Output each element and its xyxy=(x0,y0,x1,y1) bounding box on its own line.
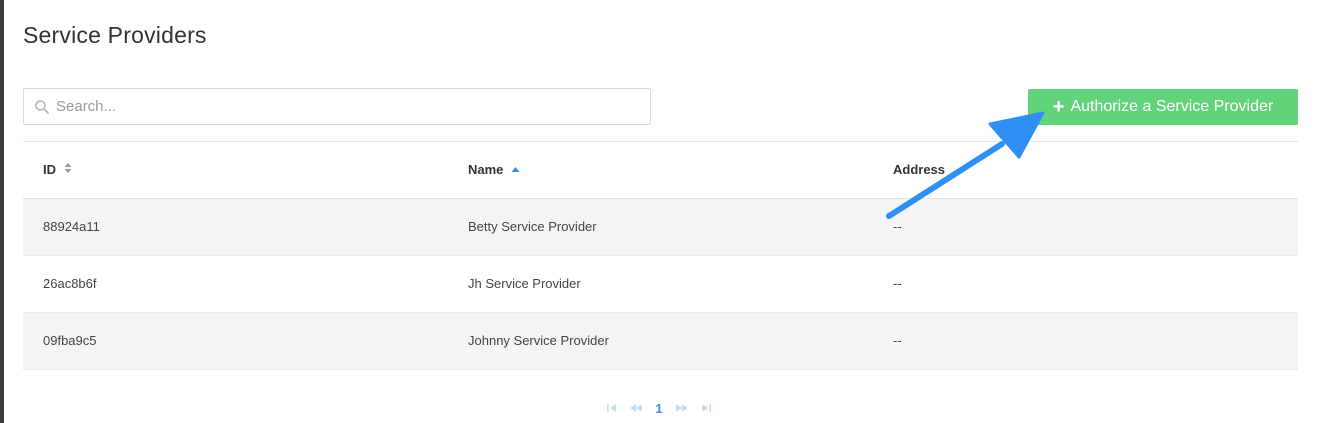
cell-id: 26ac8b6f xyxy=(43,276,97,291)
search-icon xyxy=(34,99,50,115)
service-providers-table: ID Name Address 88924a11 Betty Service P… xyxy=(23,141,1298,370)
next-page-icon[interactable] xyxy=(673,399,691,417)
column-header-label: Address xyxy=(893,162,946,177)
column-header-id[interactable]: ID xyxy=(43,162,72,177)
cell-address: -- xyxy=(893,219,902,234)
cell-name: Jh Service Provider xyxy=(468,276,581,291)
column-header-address: Address xyxy=(893,162,945,177)
previous-page-icon[interactable] xyxy=(627,399,645,417)
current-page-number[interactable]: 1 xyxy=(655,401,662,416)
cell-address: -- xyxy=(893,276,902,291)
cell-name: Betty Service Provider xyxy=(468,219,597,234)
table-row[interactable]: 88924a11 Betty Service Provider -- xyxy=(23,199,1298,256)
pagination: 1 xyxy=(0,398,1318,418)
table-row[interactable]: 26ac8b6f Jh Service Provider -- xyxy=(23,256,1298,313)
plus-icon: + xyxy=(1052,96,1065,118)
column-header-label: Name xyxy=(468,162,504,177)
table-header: ID Name Address xyxy=(23,142,1298,199)
cell-id: 09fba9c5 xyxy=(43,333,97,348)
sort-both-icon xyxy=(64,162,72,177)
search-box[interactable] xyxy=(23,88,651,125)
authorize-button-label: Authorize a Service Provider xyxy=(1070,98,1274,115)
first-page-icon[interactable] xyxy=(603,399,621,417)
search-input[interactable] xyxy=(56,89,646,124)
cell-address: -- xyxy=(893,333,902,348)
column-header-name[interactable]: Name xyxy=(468,162,520,177)
page-title: Service Providers xyxy=(23,22,207,48)
column-header-label: ID xyxy=(43,162,56,177)
window-edge xyxy=(0,0,4,423)
cell-name: Johnny Service Provider xyxy=(468,333,609,348)
authorize-service-provider-button[interactable]: + Authorize a Service Provider xyxy=(1028,89,1298,125)
sort-ascending-icon xyxy=(511,162,520,177)
table-row[interactable]: 09fba9c5 Johnny Service Provider -- xyxy=(23,313,1298,370)
cell-id: 88924a11 xyxy=(43,219,100,234)
last-page-icon[interactable] xyxy=(697,399,715,417)
